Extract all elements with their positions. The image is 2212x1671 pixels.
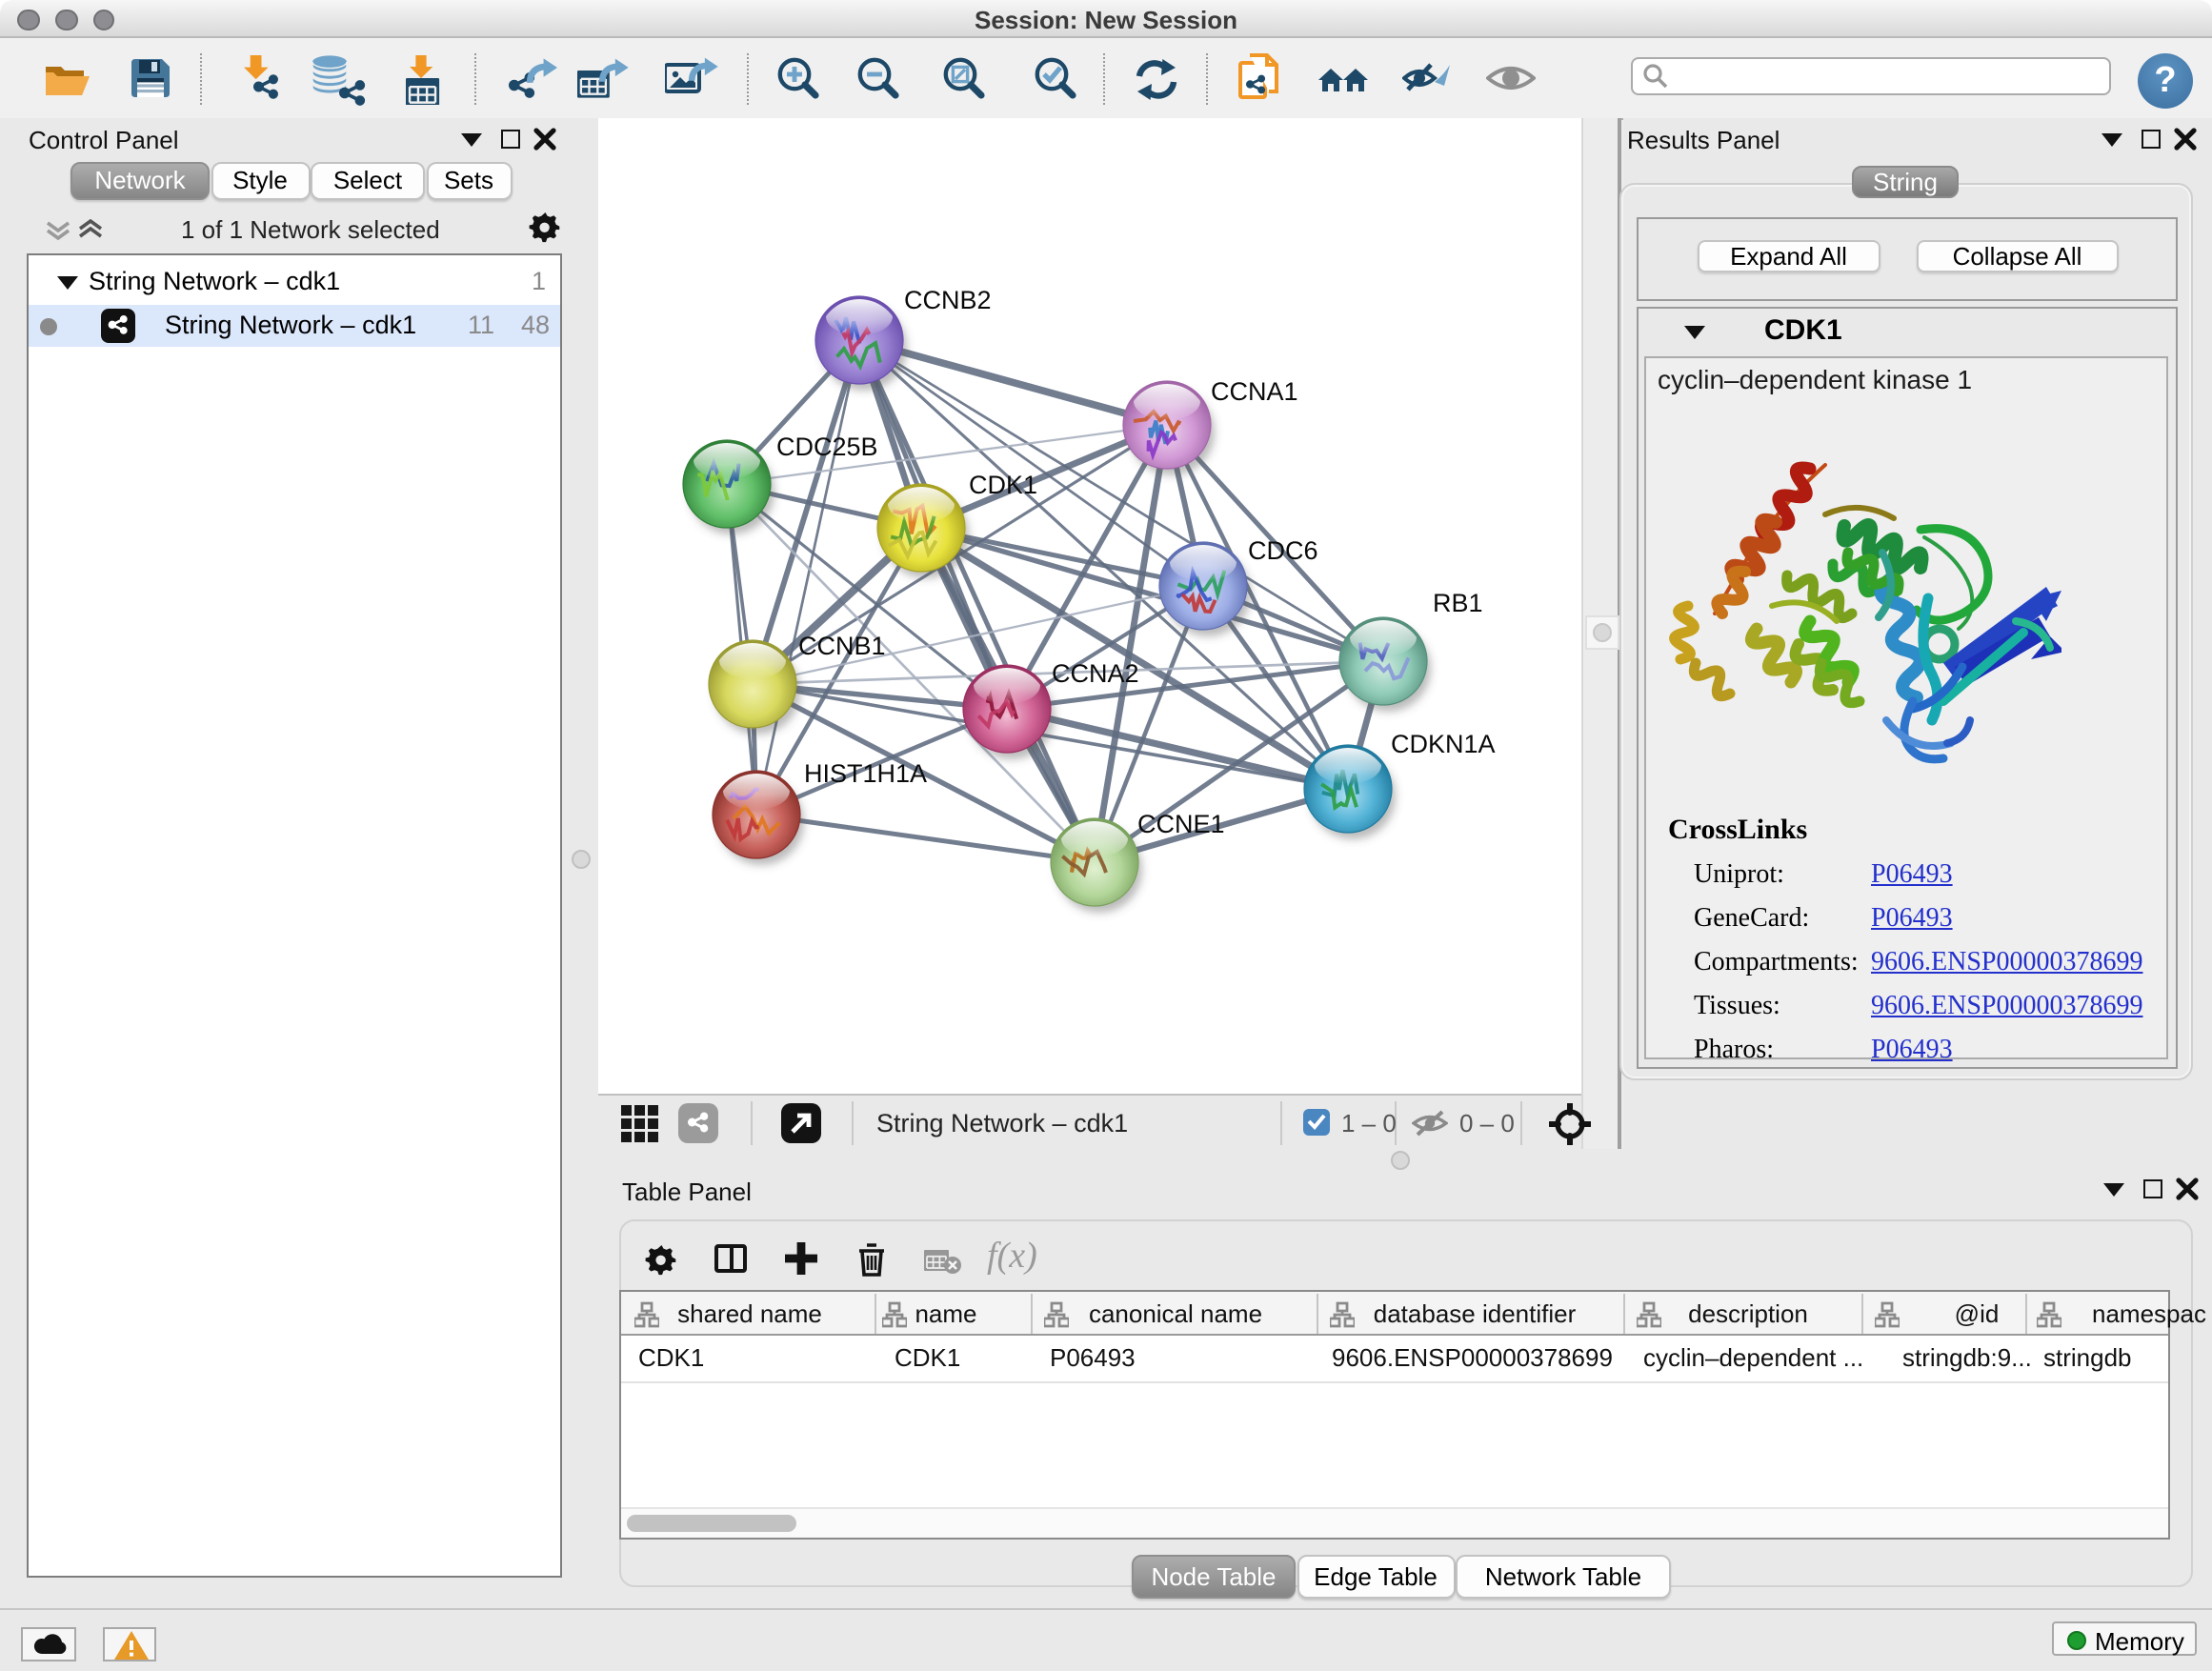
svg-text:CDC6: CDC6 xyxy=(1248,536,1318,565)
svg-text:CDKN1A: CDKN1A xyxy=(1391,730,1496,758)
svg-text:CDC25B: CDC25B xyxy=(776,433,878,461)
svg-text:CCNA2: CCNA2 xyxy=(1052,659,1139,688)
svg-text:CCNB1: CCNB1 xyxy=(798,632,886,660)
svg-text:CDK1: CDK1 xyxy=(969,471,1037,499)
svg-text:RB1: RB1 xyxy=(1433,589,1483,617)
svg-text:CCNB2: CCNB2 xyxy=(904,286,992,314)
svg-text:CCNE1: CCNE1 xyxy=(1137,810,1225,838)
svg-text:HIST1H1A: HIST1H1A xyxy=(804,759,927,788)
svg-text:CCNA1: CCNA1 xyxy=(1211,377,1298,406)
